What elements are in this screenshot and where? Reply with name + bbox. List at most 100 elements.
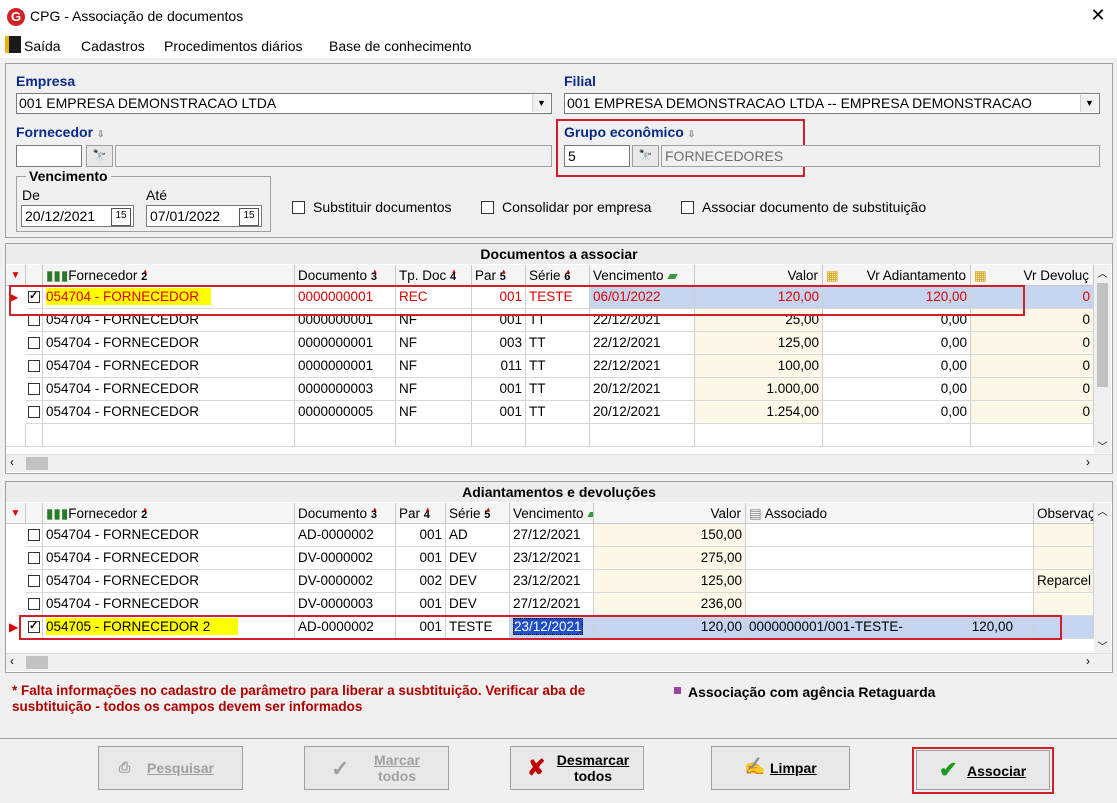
col-header-par[interactable]: Par 5	[472, 265, 526, 286]
chevron-down-icon[interactable]: ﹀	[1094, 638, 1111, 653]
cell-fornecedor[interactable]: 054704 - FORNECEDOR	[43, 547, 295, 570]
col-header-fornecedor[interactable]: ▮▮▮Fornecedor 2	[43, 265, 295, 286]
cell-par[interactable]: 003	[472, 332, 526, 355]
chevron-down-icon[interactable]: ▼	[1080, 95, 1098, 112]
col-header-serie[interactable]: Série 5	[446, 503, 510, 524]
cell-associado[interactable]	[746, 570, 1034, 593]
cell-serie[interactable]: TT	[526, 332, 590, 355]
fornecedor-code-input[interactable]	[16, 145, 82, 167]
cell-fornecedor[interactable]: 054704 - FORNECEDOR	[43, 355, 295, 378]
cell-vencimento[interactable]: 20/12/2021	[590, 401, 695, 424]
cell-serie[interactable]: TT	[526, 401, 590, 424]
chevron-down-icon[interactable]: ▼	[532, 95, 550, 112]
cell-serie[interactable]: TT	[526, 355, 590, 378]
vertical-scrollbar[interactable]: ︿ ﹀	[1094, 265, 1111, 453]
cell-par[interactable]: 001	[396, 547, 446, 570]
cell-documento[interactable]: 0000000001	[295, 355, 396, 378]
cell-vencimento[interactable]: 20/12/2021	[590, 378, 695, 401]
menu-cadastros[interactable]: Cadastros	[81, 38, 145, 54]
scroll-thumb[interactable]	[26, 457, 48, 470]
cell-vr-adiantamento[interactable]: 0,00	[823, 332, 971, 355]
cell-fornecedor[interactable]: 054704 - FORNECEDOR	[43, 401, 295, 424]
date-to-input[interactable]: 07/01/2022 15	[146, 205, 262, 227]
cell-serie[interactable]: TT	[526, 378, 590, 401]
cell-fornecedor[interactable]: 054704 - FORNECEDOR	[43, 332, 295, 355]
col-header-vencimento[interactable]: Vencimento ▰	[590, 265, 695, 286]
col-header-documento[interactable]: Documento 3	[295, 265, 396, 286]
empresa-select[interactable]: 001 EMPRESA DEMONSTRACAO LTDA ▼	[16, 93, 552, 114]
col-header-par[interactable]: Par 4	[396, 503, 446, 524]
cell-valor[interactable]: 1.000,00	[695, 378, 823, 401]
col-header-fornecedor[interactable]: ▮▮▮Fornecedor 2	[43, 503, 295, 524]
row-checkbox[interactable]	[28, 360, 40, 372]
col-header-serie[interactable]: Série 6	[526, 265, 590, 286]
grupo-code-input[interactable]: 5	[564, 145, 630, 167]
calendar-icon[interactable]: 15	[239, 208, 259, 226]
cell-associado[interactable]	[746, 547, 1034, 570]
binoculars-icon[interactable]: 🔭	[86, 145, 113, 167]
chevron-left-icon[interactable]: ‹	[10, 455, 14, 469]
cell-documento[interactable]: DV-0000002	[295, 570, 396, 593]
cell-associado[interactable]	[746, 593, 1034, 616]
cell-serie[interactable]: DEV	[446, 593, 510, 616]
horizontal-scrollbar[interactable]: ‹ ›	[6, 653, 1112, 671]
cell-fornecedor[interactable]: 054704 - FORNECEDOR	[43, 593, 295, 616]
pesquisar-button[interactable]: ⎙ Pesquisar	[98, 746, 243, 790]
cell-observacao[interactable]	[1034, 593, 1094, 616]
cell-fornecedor[interactable]: 054704 - FORNECEDOR	[43, 378, 295, 401]
exit-door-icon[interactable]	[5, 36, 21, 53]
filial-select[interactable]: 001 EMPRESA DEMONSTRACAO LTDA -- EMPRESA…	[564, 93, 1100, 114]
col-header-vr-adiantamento[interactable]: ▦ Vr Adiantamento	[823, 265, 971, 286]
chevron-up-icon[interactable]: ︿	[1094, 503, 1111, 518]
cell-valor[interactable]: 125,00	[695, 332, 823, 355]
cell-associado[interactable]	[746, 524, 1034, 547]
menu-base-conhecimento[interactable]: Base de conhecimento	[329, 38, 471, 54]
substituir-checkbox[interactable]	[292, 201, 305, 214]
cell-serie[interactable]: DEV	[446, 547, 510, 570]
cell-valor[interactable]: 275,00	[594, 547, 746, 570]
chevron-right-icon[interactable]: ›	[1086, 455, 1090, 469]
cell-par[interactable]: 001	[396, 593, 446, 616]
cell-tpdoc[interactable]: NF	[396, 401, 472, 424]
cell-valor[interactable]: 150,00	[594, 524, 746, 547]
cell-par[interactable]: 011	[472, 355, 526, 378]
row-checkbox[interactable]	[28, 575, 40, 587]
col-header-valor[interactable]: Valor	[594, 503, 746, 524]
associar-substituicao-checkbox[interactable]	[681, 201, 694, 214]
cell-vr-devolucao[interactable]: 0	[971, 355, 1094, 378]
row-checkbox[interactable]	[28, 529, 40, 541]
chevron-up-icon[interactable]: ︿	[1094, 265, 1111, 280]
cell-valor[interactable]: 100,00	[695, 355, 823, 378]
scroll-thumb[interactable]	[1097, 283, 1108, 387]
calendar-icon[interactable]: 15	[111, 208, 131, 226]
chevron-down-icon[interactable]: ﹀	[1094, 438, 1111, 453]
cell-documento[interactable]: AD-0000002	[295, 524, 396, 547]
associar-button[interactable]: ✔ Associar	[916, 750, 1050, 790]
consolidar-checkbox[interactable]	[481, 201, 494, 214]
cell-vencimento[interactable]: 22/12/2021	[590, 355, 695, 378]
cell-par[interactable]: 001	[472, 401, 526, 424]
cell-documento[interactable]: 0000000005	[295, 401, 396, 424]
marcar-todos-button[interactable]: ✓ Marcar todos	[304, 746, 449, 790]
row-checkbox[interactable]	[28, 337, 40, 349]
close-icon[interactable]: ✕	[1086, 5, 1110, 26]
cell-serie[interactable]: DEV	[446, 570, 510, 593]
cell-vr-devolucao[interactable]: 0	[971, 332, 1094, 355]
cell-documento[interactable]: 0000000003	[295, 378, 396, 401]
cell-valor[interactable]: 1.254,00	[695, 401, 823, 424]
row-checkbox[interactable]	[28, 552, 40, 564]
cell-tpdoc[interactable]: NF	[396, 355, 472, 378]
cell-vr-adiantamento[interactable]: 0,00	[823, 355, 971, 378]
col-header-observacao[interactable]: Observaç	[1034, 503, 1094, 524]
limpar-button[interactable]: ✍ Limpar	[711, 746, 850, 790]
cell-fornecedor[interactable]: 054704 - FORNECEDOR	[43, 524, 295, 547]
cell-serie[interactable]: AD	[446, 524, 510, 547]
cell-vr-adiantamento[interactable]: 0,00	[823, 401, 971, 424]
col-header-tpdoc[interactable]: Tp. Doc 4	[396, 265, 472, 286]
col-header-associado[interactable]: ▤ Associado	[746, 503, 1034, 524]
row-checkbox[interactable]	[28, 406, 40, 418]
vertical-scrollbar[interactable]: ︿ ﹀	[1094, 503, 1111, 653]
menu-saida[interactable]: Saída	[24, 38, 61, 54]
cell-observacao[interactable]: Reparcel	[1034, 570, 1094, 593]
col-header-vr-devolucao[interactable]: ▦ Vr Devoluç	[971, 265, 1094, 286]
